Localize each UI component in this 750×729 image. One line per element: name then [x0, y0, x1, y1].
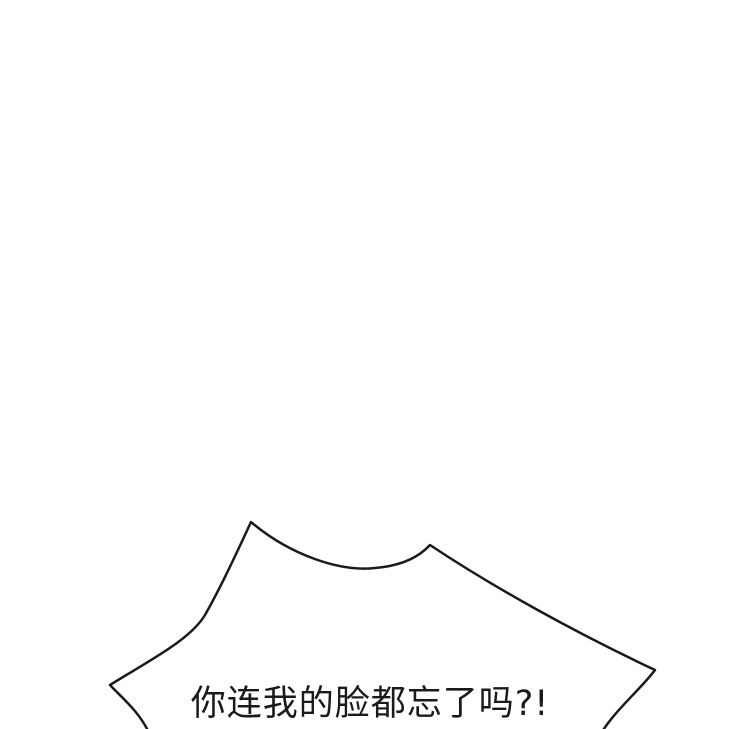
speech-bubble-text: 你连我的脸都忘了吗?! — [190, 684, 550, 724]
shout-speech-bubble — [108, 520, 657, 729]
comic-panel: 你连我的脸都忘了吗?! — [0, 0, 750, 729]
